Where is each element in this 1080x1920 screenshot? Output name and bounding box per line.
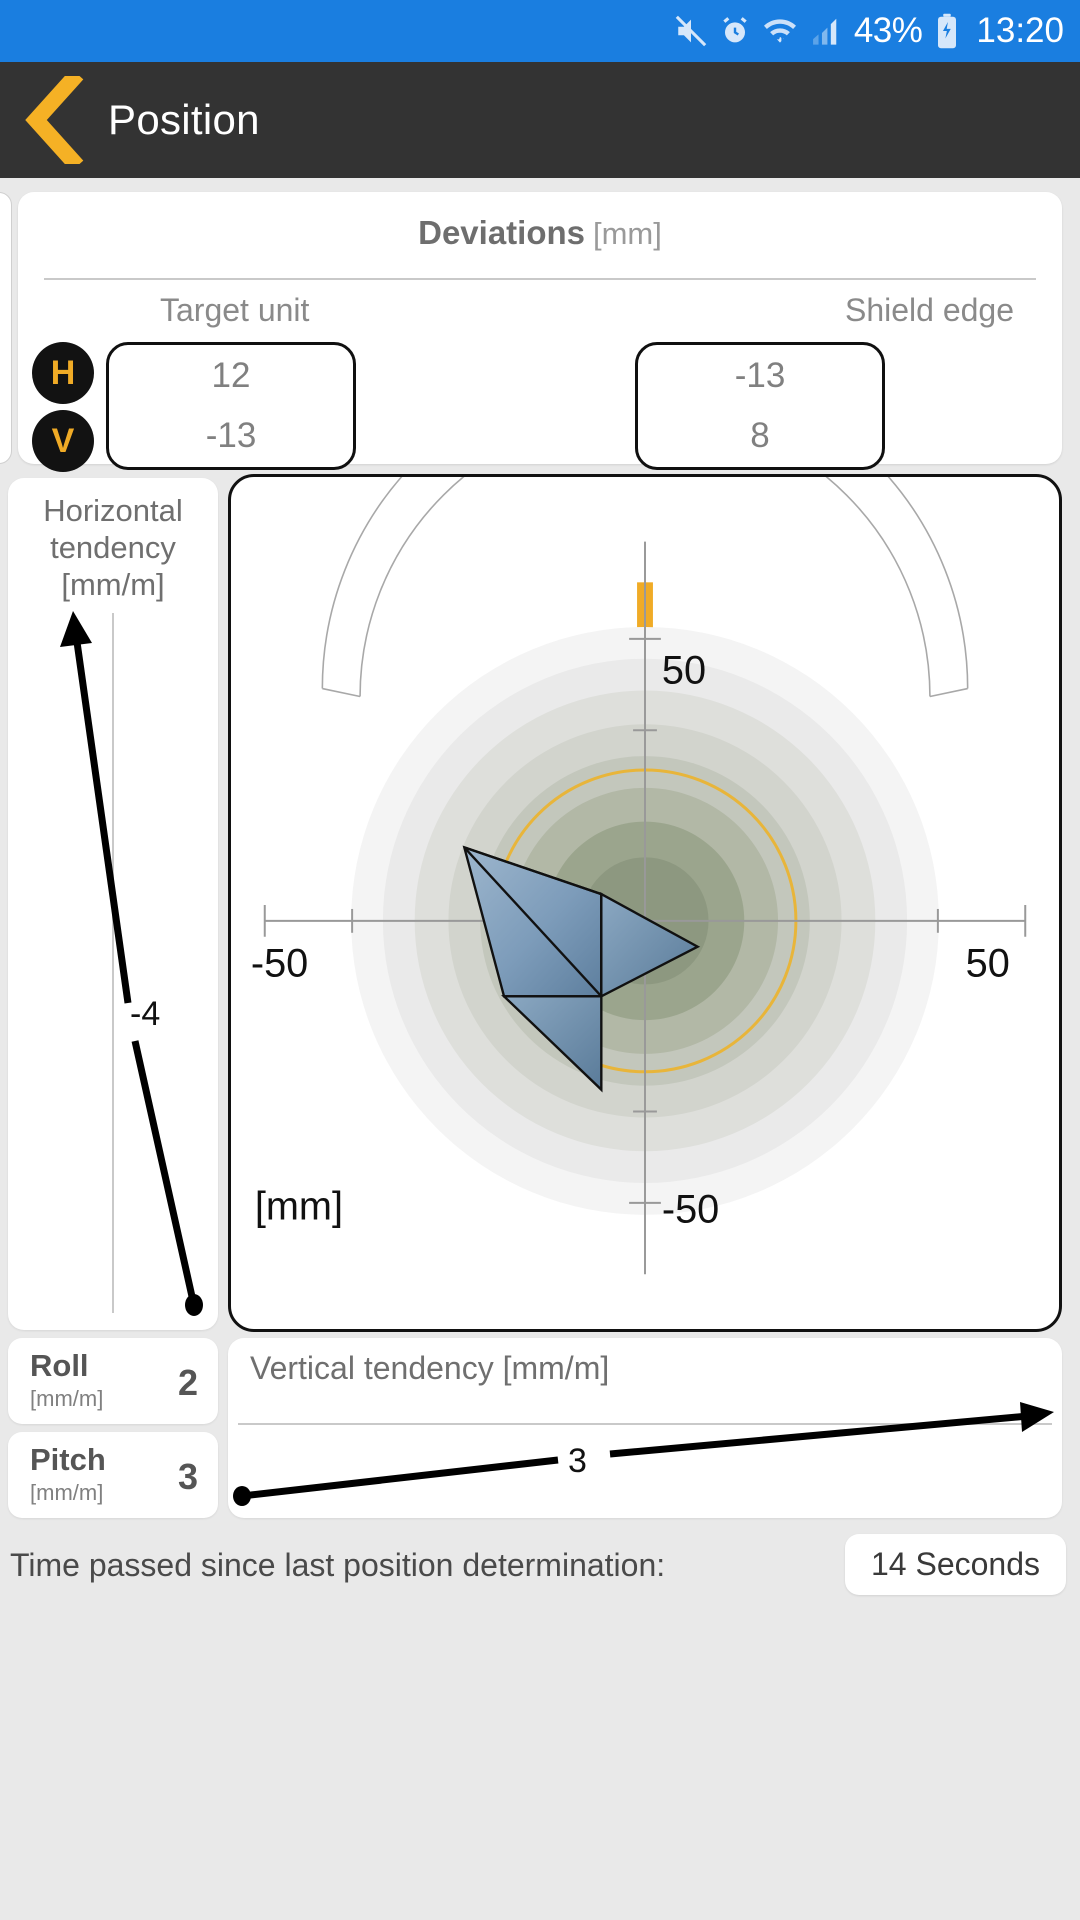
vertical-tendency-chart: 3 — [233, 1402, 1054, 1506]
footer-text: Time passed since last position determin… — [10, 1546, 666, 1583]
tick-label-top: 50 — [662, 649, 706, 693]
elapsed-time-badge: 14 Seconds — [844, 1534, 1066, 1595]
gauge-cap-right — [929, 687, 968, 698]
signal-icon — [812, 18, 837, 45]
deviations-card: Deviations [mm] Target unit Shield edge H… — [18, 192, 1062, 472]
deviations-column-headers: Target unit Shield edge — [18, 292, 1062, 340]
badge-vertical: V — [32, 410, 94, 472]
pitch-card[interactable]: Pitch [mm/m] 3 — [8, 1432, 218, 1518]
column-header-shield-edge: Shield edge — [844, 292, 1014, 328]
page-content: Deviations [mm] Target unit Shield edge H… — [0, 178, 1080, 1920]
status-bar: 43% 13:20 — [0, 0, 1080, 62]
tick-label-left: -50 — [251, 941, 308, 985]
roll-card[interactable]: Roll [mm/m] 2 — [8, 1338, 218, 1424]
horizontal-tendency-value: -4 — [130, 995, 160, 1033]
pitch-unit: [mm/m] — [30, 1480, 104, 1505]
vertical-tendency-line-right — [609, 1412, 1029, 1458]
horizontal-tendency-endpoint — [185, 1294, 203, 1316]
target-unit-v-value: -13 — [205, 416, 257, 455]
battery-percent: 43% — [853, 11, 923, 50]
vertical-tendency-line-left — [241, 1456, 559, 1500]
shield-edge-h-value: -13 — [734, 356, 786, 395]
deviations-title-text: Deviations — [418, 214, 585, 251]
pitch-label: Pitch — [30, 1442, 106, 1477]
horizontal-tendency-line-lower — [131, 1040, 197, 1302]
horizontal-tendency-chart: -4 — [60, 611, 203, 1316]
shield-edge-values[interactable]: -13 8 — [635, 342, 885, 470]
page-title: Position — [108, 96, 260, 143]
horizontal-tendency-label: Horizontal tendency [mm/m] — [43, 493, 183, 602]
status-bar-icons: 43% 13:20 — [674, 11, 1064, 51]
wifi-icon — [763, 19, 796, 43]
app-header: Position — [0, 62, 1080, 178]
vertical-tendency-arrowhead — [1020, 1402, 1054, 1432]
back-button[interactable] — [0, 62, 104, 178]
tick-label-right: 50 — [966, 941, 1010, 985]
roll-value: 2 — [177, 1362, 198, 1403]
back-chevron-icon — [25, 76, 84, 164]
gauge-cap-left — [322, 687, 361, 698]
deviations-divider — [44, 278, 1036, 280]
target-unit-values[interactable]: 12 -13 — [106, 342, 356, 470]
tick-label-bottom: -50 — [662, 1188, 719, 1232]
position-target-chart: 50 -50 -50 50 [mm] — [251, 477, 1027, 1275]
vertical-tendency-label: Vertical tendency [mm/m] — [250, 1350, 610, 1386]
horizontal-tendency-arrowhead — [60, 611, 92, 647]
roll-unit: [mm/m] — [30, 1386, 104, 1411]
badge-horizontal: H — [32, 342, 94, 404]
vertical-tendency-value: 3 — [568, 1442, 587, 1480]
mute-icon — [675, 15, 707, 47]
axis-badges: H V — [32, 342, 94, 478]
position-target-card[interactable]: 50 -50 -50 50 [mm] — [228, 474, 1062, 1332]
column-header-target-unit: Target unit — [160, 292, 310, 328]
status-footer: Time passed since last position determin… — [0, 1530, 1080, 1600]
deviations-unit: [mm] — [593, 216, 662, 251]
radar-unit-label: [mm] — [255, 1185, 343, 1229]
battery-charging-icon — [938, 13, 957, 49]
alarm-icon — [723, 17, 747, 43]
vertical-tendency-card[interactable]: Vertical tendency [mm/m] 3 — [228, 1338, 1062, 1518]
clock-time: 13:20 — [976, 11, 1064, 50]
shield-edge-v-value: 8 — [750, 416, 770, 455]
deviations-title: Deviations [mm] — [18, 192, 1062, 252]
roll-label: Roll — [30, 1348, 89, 1383]
pitch-value: 3 — [177, 1456, 198, 1497]
target-unit-h-value: 12 — [211, 356, 251, 395]
horizontal-tendency-line-upper — [72, 634, 132, 1004]
horizontal-tendency-card[interactable]: Horizontal tendency [mm/m] -4 — [8, 478, 218, 1330]
left-edge-card-stub — [0, 192, 12, 464]
